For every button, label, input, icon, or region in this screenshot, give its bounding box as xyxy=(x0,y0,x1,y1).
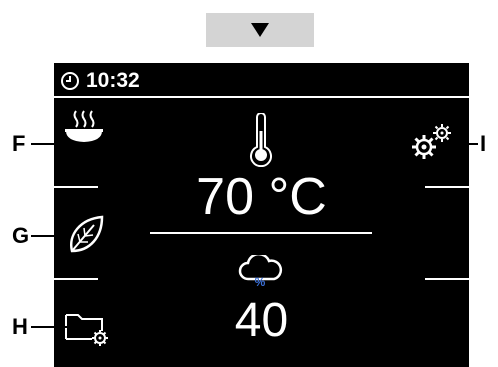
triangle-down-icon xyxy=(251,23,269,37)
left-divider-2 xyxy=(54,278,98,280)
callout-line-f xyxy=(31,143,64,145)
scroll-down-button[interactable] xyxy=(206,13,314,47)
callout-line-i xyxy=(446,143,478,145)
callout-line-g xyxy=(31,235,68,237)
status-bar: 10:32 xyxy=(60,69,140,93)
callout-label-i: I xyxy=(480,131,487,156)
heating-bowl-icon[interactable] xyxy=(62,107,106,147)
callout-label-f: F xyxy=(12,131,26,156)
clock-time: 10:32 xyxy=(86,69,140,92)
right-divider-2 xyxy=(425,278,469,280)
humidity-percent-symbol: % xyxy=(255,275,266,287)
status-divider xyxy=(54,96,469,98)
callout-label-g: G xyxy=(12,223,30,248)
device-screen: 10:32 70 °C % 40 xyxy=(54,63,469,367)
temperature-value: 70 °C xyxy=(196,168,327,226)
thermometer-icon xyxy=(250,113,272,167)
callout-label-h: H xyxy=(12,314,28,339)
gears-icon[interactable] xyxy=(408,121,454,163)
callout-line-h xyxy=(31,326,68,328)
humidity-value: 40 xyxy=(234,294,289,347)
clock-icon xyxy=(61,72,79,90)
cloud-humidity-icon: % xyxy=(238,255,283,287)
center-divider xyxy=(150,232,372,234)
